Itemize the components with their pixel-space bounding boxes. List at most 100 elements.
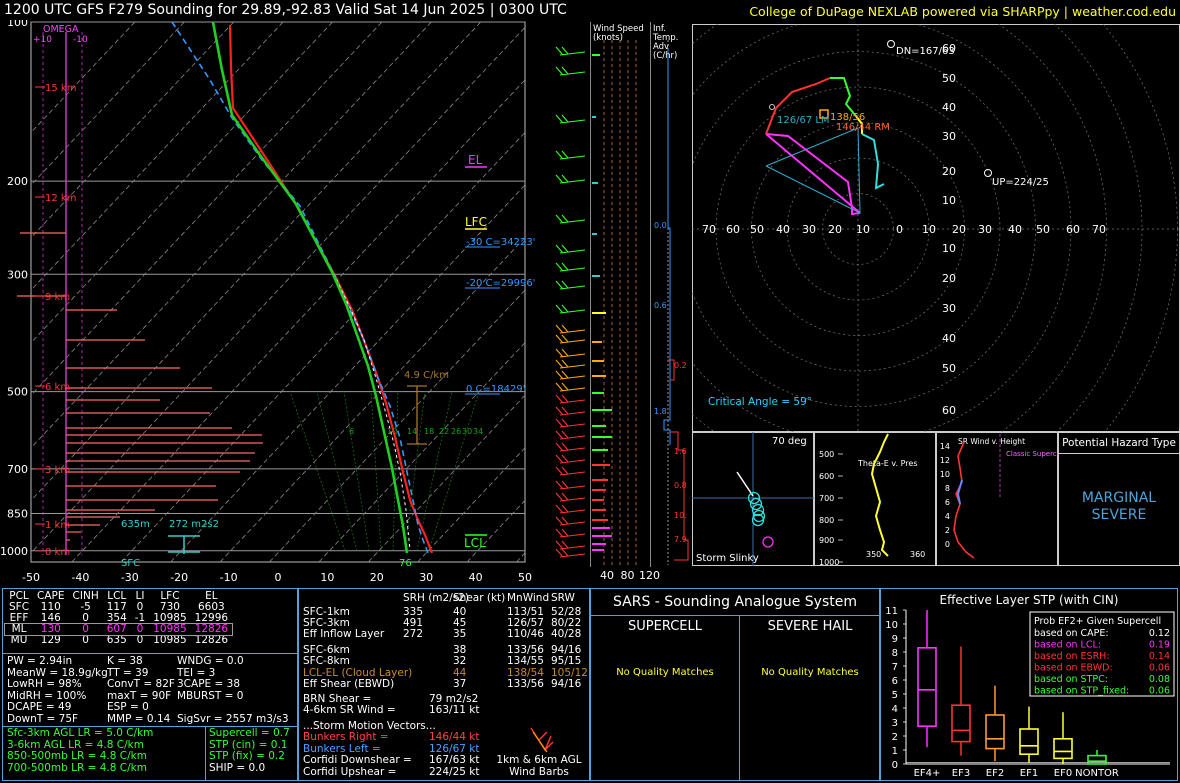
hodo-ytick: 30 bbox=[942, 130, 956, 143]
temp-label-40: 40 bbox=[469, 571, 483, 584]
slinky-angle: 70 deg bbox=[772, 436, 807, 447]
temp-label--10: -10 bbox=[220, 571, 238, 584]
index-value: ConvT = 82F bbox=[107, 678, 175, 690]
height-label: 12 km bbox=[45, 193, 76, 204]
mixing-label: 34 bbox=[473, 427, 483, 436]
pressure-label-500: 500 bbox=[7, 386, 28, 399]
hazard-title: Potential Hazard Type bbox=[1059, 433, 1179, 454]
thetae-ytick: 800 bbox=[819, 516, 834, 525]
mixing-label: 30 bbox=[462, 427, 472, 436]
stp-legend-title: Prob EF2+ Given Supercell bbox=[1034, 616, 1161, 627]
wind-barb bbox=[555, 280, 586, 290]
srw-ytick: 10 bbox=[940, 470, 950, 479]
composite-index: SHIP = 0.0 bbox=[209, 761, 266, 774]
wind-barb bbox=[555, 430, 586, 440]
ta-value: 0.8 bbox=[674, 481, 687, 490]
hodo-ytick-neg: 10 bbox=[942, 242, 956, 255]
omega-label: OMEGA bbox=[43, 24, 79, 35]
stp-ylabel: 11 bbox=[885, 606, 898, 617]
theta-e-panel: 500 600 700 800 900 1000 Theta-E v. Pres 350 360 bbox=[814, 432, 936, 566]
hodo-xtick: 30 bbox=[802, 223, 816, 236]
hodo-xtick: 60 bbox=[1066, 223, 1080, 236]
hazard-panel: Potential Hazard Type MARGINAL SEVERE bbox=[1058, 432, 1180, 566]
hodo-ytick: 20 bbox=[942, 165, 956, 178]
temp-label-20: 20 bbox=[370, 571, 384, 584]
kinematics-cell: 37 bbox=[453, 678, 467, 690]
wind-barb bbox=[555, 150, 586, 160]
kinematics-cell: SRW bbox=[551, 592, 575, 604]
srw-ytick: 14 bbox=[940, 442, 950, 451]
index-value: MBURST = 0 bbox=[177, 689, 244, 702]
wind-barb bbox=[555, 394, 586, 404]
lapse-rate: Sfc-3km AGL LR = 5.0 C/km bbox=[7, 727, 154, 739]
ws-tick-80: 80 bbox=[620, 569, 635, 582]
wind-barb bbox=[555, 442, 586, 452]
stp-ylabel: 8 bbox=[892, 648, 898, 659]
sr46-value: 163/11 kt bbox=[429, 704, 480, 716]
wind-barb bbox=[555, 244, 586, 254]
omega-tick-pos: +10 bbox=[33, 35, 52, 45]
stp-box-EF1 bbox=[1019, 728, 1039, 756]
hodo-xtick: 30 bbox=[978, 223, 992, 236]
wind-barb bbox=[555, 516, 586, 526]
stp-legend-label: based on CAPE: bbox=[1034, 628, 1109, 639]
kinematics-cell: 94/16 bbox=[551, 678, 582, 690]
stp-chart: 0 1 2 3 4 5 6 7 8 9 10 11 EF4+ EF3 EF2 EF1 EF0 NONTOR Prob… bbox=[885, 606, 1175, 779]
srw-title: SR Wind v. Height bbox=[958, 437, 1025, 446]
hodo-xtick: 20 bbox=[828, 223, 842, 236]
parcel-cell: 635 bbox=[106, 634, 127, 646]
ws-tick-40: 40 bbox=[600, 569, 614, 582]
hodo-xtick: 50 bbox=[750, 223, 764, 236]
wind-barb bbox=[555, 66, 586, 76]
thetae-ytick: 500 bbox=[819, 450, 834, 459]
sars-panel: SARS - Sounding Analogue System SUPERCEL… bbox=[590, 588, 880, 781]
isotherm bbox=[516, 552, 525, 562]
ta-warm-trace bbox=[668, 359, 689, 561]
height-label: 3 km bbox=[45, 465, 70, 476]
mean-wind-label: 138/56 bbox=[830, 112, 865, 123]
wind-barb bbox=[555, 324, 586, 334]
wind-barb bbox=[555, 504, 586, 514]
kinematics-cell: MnWind bbox=[507, 592, 550, 604]
mixing-label: 6 bbox=[349, 427, 354, 436]
thetae-ytick: 900 bbox=[819, 536, 834, 545]
composite-block: Supercell = 0.7 STP (cin) = 0.1 STP (fix) … bbox=[209, 727, 290, 774]
sars-title: SARS - Sounding Analogue System bbox=[613, 594, 857, 610]
hodo-ytick-neg: 20 bbox=[942, 272, 956, 285]
wind-barb bbox=[555, 466, 586, 476]
composite-index: Supercell = 0.7 bbox=[209, 727, 290, 739]
ta-value: 7.9 bbox=[674, 535, 687, 544]
stp-ylabel: 0 bbox=[892, 760, 898, 771]
header-title: 1200 UTC GFS F279 Sounding for 29.89,-92… bbox=[4, 2, 567, 18]
hodo-xtick: 0 bbox=[896, 223, 903, 236]
hodo-ytick-neg: 50 bbox=[942, 362, 956, 375]
ta-value: 0.2 bbox=[674, 361, 687, 370]
kinematics-cell: Eff Shear (EBWD) bbox=[303, 678, 395, 690]
thermo-panel: PCL CAPE CINH LCL LI LFC EL SFC 110 -5 117 0 730 660… bbox=[2, 588, 298, 781]
temp-label-0: 0 bbox=[275, 571, 282, 584]
lapse-label: 4.9 C/km bbox=[404, 370, 449, 381]
srw-ytick: 4 bbox=[945, 512, 950, 521]
storm-motion-cell: Corfidi Downshear = bbox=[303, 754, 412, 766]
storm-motion-cell: 167/63 kt bbox=[429, 754, 480, 766]
hodo-ytick-neg: 40 bbox=[942, 332, 956, 345]
lcl-label: LCL bbox=[464, 536, 486, 550]
ta-cold-trace bbox=[663, 50, 671, 445]
hodo-xtick: 10 bbox=[856, 223, 870, 236]
parcel-cell: 12826 bbox=[194, 634, 229, 646]
kinematics-cell: 110/46 bbox=[507, 628, 544, 640]
parcel-cell: MU bbox=[10, 634, 28, 646]
critical-angle-label: Critical Angle = 59° bbox=[708, 396, 812, 408]
stp-legend-label: based on LCL: bbox=[1034, 640, 1101, 651]
hodo-xtick: 70 bbox=[1092, 223, 1106, 236]
hodo-xtick: 10 bbox=[922, 223, 936, 236]
srh-label: 272 m2s2 bbox=[169, 519, 219, 530]
parcel-cell: 129 bbox=[40, 634, 61, 646]
wind-barb bbox=[555, 540, 586, 550]
stp-ylabel: 9 bbox=[892, 634, 898, 645]
sars-supercell-result: No Quality Matches bbox=[616, 667, 714, 678]
srw-ytick: 0 bbox=[945, 540, 950, 549]
mixing-label: 10 bbox=[387, 427, 397, 436]
height-label: 6 km bbox=[45, 382, 70, 393]
height-label: 9 km bbox=[45, 292, 70, 303]
